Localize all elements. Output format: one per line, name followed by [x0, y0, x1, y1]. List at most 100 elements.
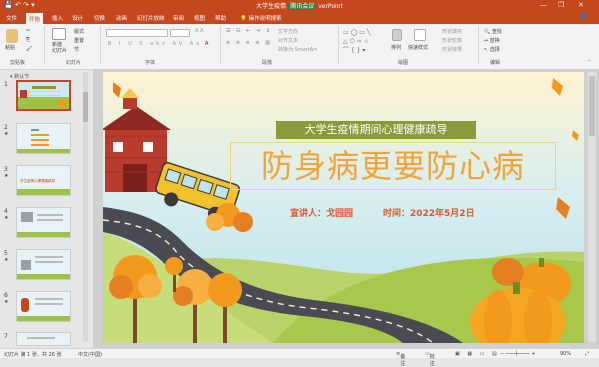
copy-icon[interactable]: ⎘: [26, 37, 30, 43]
new-slide-icon[interactable]: [52, 28, 66, 40]
slide-thumbnail-2[interactable]: [16, 123, 71, 154]
language-status[interactable]: 中文(中国): [78, 351, 102, 358]
find-button[interactable]: 🔍 查找: [484, 28, 502, 35]
smartart-button[interactable]: 转换为 SmartArt: [278, 46, 317, 53]
thumb-number: 2: [4, 124, 8, 131]
align-icons[interactable]: ≡ ≡ ≡ ≡ ▥: [226, 40, 272, 46]
slide-thumbnail-6[interactable]: [16, 291, 71, 322]
thumb-number: 7: [4, 333, 8, 340]
star-icon: ★: [4, 215, 9, 221]
star-icon: ★: [4, 257, 9, 263]
slide-count[interactable]: 幻灯片 第 1 张，共 26 张: [4, 351, 62, 358]
thumb-number: 5: [4, 250, 8, 257]
speaker-text[interactable]: 宣讲人：戈园园: [290, 206, 353, 219]
slide-thumbnail-4[interactable]: [16, 207, 71, 238]
thumbnail-scrollbar[interactable]: [83, 72, 88, 342]
reset-button[interactable]: 重置: [74, 37, 84, 44]
group-slides: 幻灯片: [66, 60, 82, 66]
quick-style-button[interactable]: 快速样式: [408, 44, 428, 51]
select-button[interactable]: ↖ 选择: [484, 46, 500, 53]
format-painter-icon[interactable]: 🖌: [26, 46, 32, 52]
fit-slide-icon[interactable]: ⤢: [585, 351, 589, 357]
divider: [100, 26, 101, 64]
thumb-number: 3: [4, 166, 8, 173]
title-bar: 💾 ↶ ↷ ▾ 大学生疫情 腾讯会议 verPoint — ❐ ✕: [0, 0, 599, 12]
zoom-level[interactable]: 90%: [560, 351, 571, 357]
replace-button[interactable]: ↔ 替换: [484, 37, 500, 44]
tab-transitions[interactable]: 切换: [94, 14, 105, 22]
meeting-badge[interactable]: 腾讯会议: [288, 3, 317, 10]
shape-outline-button[interactable]: 形状轮廓: [442, 37, 462, 44]
thumb-number: 6: [4, 292, 8, 299]
arrange-button[interactable]: 排列: [391, 44, 401, 51]
font-style-icons[interactable]: B I U S abc AV Aa: [108, 41, 202, 47]
quick-style-icon[interactable]: [414, 29, 426, 41]
tab-design[interactable]: 设计: [72, 14, 83, 22]
group-font: 字体: [145, 60, 156, 66]
minimize-button[interactable]: —: [540, 1, 547, 9]
font-size-select[interactable]: [170, 29, 190, 37]
slide-thumbnail-5[interactable]: [16, 249, 71, 280]
restore-button[interactable]: ❐: [558, 1, 564, 9]
align-text-button[interactable]: 对齐文本: [278, 37, 298, 44]
slide-scrollbar[interactable]: [588, 72, 596, 342]
divider: [338, 26, 339, 64]
thumb-caption: 学生疫情心理健康疏导: [20, 179, 55, 183]
font-color-icon[interactable]: A: [205, 41, 208, 47]
list-icons[interactable]: ☰ ☷ ⇤ ⇥ ↕: [226, 28, 272, 34]
slide-banner[interactable]: 大学生疫情期间心理健康疏导: [276, 121, 476, 139]
comments-button[interactable]: ▭ 批注: [425, 351, 435, 367]
group-drawing: 绘图: [398, 60, 409, 66]
slide-thumbnail-7[interactable]: [16, 332, 71, 346]
cut-icon[interactable]: ✂: [26, 28, 30, 34]
tab-home[interactable]: 开始: [26, 13, 44, 24]
font-grow-icon[interactable]: A A: [195, 28, 203, 34]
view-buttons[interactable]: ▣ ▦ ▭ ▤: [455, 351, 500, 357]
tab-animations[interactable]: 动画: [116, 14, 127, 22]
status-bar: 幻灯片 第 1 张，共 26 张 中文(中国) ≡ 备注 ▭ 批注 ▣ ▦ ▭ …: [0, 348, 599, 367]
ribbon: 粘贴 ✂ ⎘ 🖌 剪贴板 新建 幻灯片 版式 重置 节 幻灯片 A A B I …: [0, 24, 599, 70]
slide-canvas[interactable]: 大学生疫情期间心理健康疏导 防身病更要防心病 宣讲人：戈园园 时间：2022年5…: [103, 72, 584, 343]
collapse-ribbon-icon[interactable]: ˄: [588, 60, 591, 66]
close-button[interactable]: ✕: [578, 1, 584, 9]
font-name-select[interactable]: [106, 29, 168, 37]
layout-button[interactable]: 版式: [74, 28, 84, 35]
section-button[interactable]: 节: [74, 46, 79, 53]
group-editing: 编辑: [490, 60, 501, 66]
notes-button[interactable]: ≡ 备注: [396, 351, 405, 367]
star-icon: ★: [4, 299, 9, 305]
tell-me-search[interactable]: 💡 操作说明搜索: [240, 14, 282, 22]
divider: [478, 26, 479, 64]
star-icon: ★: [4, 173, 9, 179]
zoom-slider[interactable]: − ───┼──── +: [500, 351, 536, 357]
tab-slideshow[interactable]: 幻灯片放映: [137, 14, 165, 22]
tab-insert[interactable]: 插入: [52, 14, 63, 22]
group-clipboard: 剪贴板: [10, 60, 26, 66]
divider: [44, 26, 45, 64]
shape-effect-button[interactable]: 形状效果: [442, 46, 462, 53]
tab-file[interactable]: 文件: [6, 14, 17, 22]
divider: [220, 26, 221, 64]
group-paragraph: 段落: [262, 60, 273, 66]
share-icon[interactable]: 👤: [580, 14, 587, 20]
window-title: 大学生疫情 腾讯会议 verPoint: [256, 3, 343, 10]
slide-thumbnail-3[interactable]: 学生疫情心理健康疏导: [16, 165, 71, 196]
date-text[interactable]: 时间：2022年5月2日: [383, 206, 475, 219]
paste-icon[interactable]: [6, 29, 18, 43]
tab-view[interactable]: 视图: [194, 14, 205, 22]
arrange-icon[interactable]: [392, 29, 402, 41]
tab-help[interactable]: 帮助: [215, 14, 226, 22]
new-slide-button[interactable]: 新建 幻灯片: [52, 42, 67, 54]
shapes-gallery[interactable]: ▭ ◯ ▭ ╲ △ ⬠ ⇨ ☆ ⌒ { } ▾: [343, 28, 387, 56]
thumb-number: 1: [4, 81, 8, 88]
slide-thumbnail-1[interactable]: [16, 80, 71, 111]
star-icon: ★: [4, 131, 9, 137]
paste-label[interactable]: 粘贴: [5, 44, 15, 51]
tab-review[interactable]: 审阅: [173, 14, 184, 22]
text-direction-button[interactable]: 文字方向: [278, 28, 298, 35]
slide-title[interactable]: 防身病更要防心病: [230, 142, 556, 190]
thumb-number: 4: [4, 208, 8, 215]
ribbon-tabs: 文件 开始 插入 设计 切换 动画 幻灯片放映 审阅 视图 帮助 💡 操作说明搜…: [0, 12, 599, 24]
section-label[interactable]: ▾ 默认节: [10, 73, 29, 80]
shape-fill-button[interactable]: 形状填充: [442, 28, 462, 35]
